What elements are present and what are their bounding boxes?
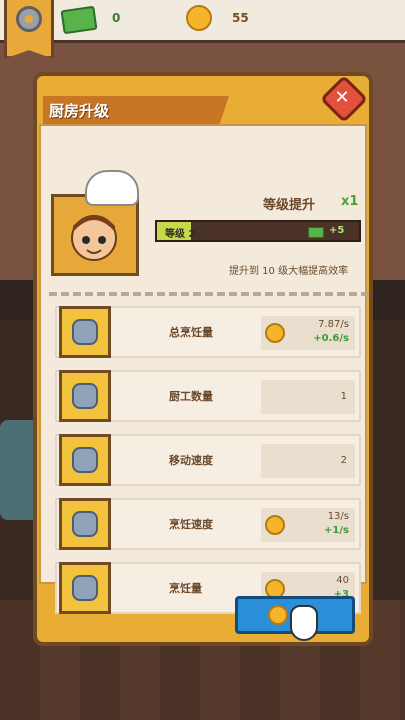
stat-label: 总烹饪量 — [169, 326, 213, 339]
stat-delta: +0.6/s — [313, 333, 349, 344]
stat-value: 40 — [336, 575, 349, 586]
chef-avatar-icon — [71, 215, 117, 261]
upgrade-button[interactable] — [235, 596, 355, 641]
cash-amount: 0 — [112, 11, 121, 25]
stat-row-cooks: 厨工数量 1 — [55, 370, 361, 422]
stat-value-box: 2 — [261, 444, 355, 478]
pointing-hand-icon — [290, 605, 318, 641]
stat-label: 厨工数量 — [169, 390, 213, 403]
dialog-body: 等级提升 x1 等级 2 +5 提升到 10 级大幅提高效率 总烹饪量 7.87… — [39, 124, 369, 614]
gear-icon — [16, 6, 42, 32]
level-multiplier[interactable]: x1 — [341, 194, 358, 209]
chef-icon — [72, 319, 98, 345]
level-bar: 等级 2 +5 — [155, 220, 361, 242]
chef-hat-icon — [85, 170, 139, 206]
level-bonus: +5 — [329, 225, 345, 236]
stat-row-move-speed: 移动速度 2 — [55, 434, 361, 486]
close-icon[interactable]: ✕ — [331, 87, 353, 109]
boot-icon — [72, 447, 98, 473]
cash-icon — [308, 227, 324, 238]
pot-icon — [72, 575, 98, 601]
stat-value: 1 — [340, 391, 347, 402]
coin-icon — [265, 515, 285, 535]
cash-icon — [60, 5, 98, 35]
row-icon — [59, 370, 111, 422]
stat-row-total-cooking: 总烹饪量 7.87/s +0.6/s — [55, 306, 361, 358]
stat-value-box: 7.87/s +0.6/s — [261, 316, 355, 350]
stat-row-cook-speed: 烹饪速度 13/s +1/s — [55, 498, 361, 550]
row-icon — [59, 306, 111, 358]
stat-value: 7.87/s — [318, 319, 349, 330]
stat-label: 烹饪速度 — [169, 518, 213, 531]
row-icon — [59, 498, 111, 550]
chef-icon — [72, 383, 98, 409]
stat-value: 2 — [340, 455, 347, 466]
top-hud: 0 55 — [0, 0, 405, 59]
coin-icon — [186, 5, 212, 31]
row-icon — [59, 562, 111, 614]
stat-label: 烹饪量 — [169, 582, 202, 595]
level-up-title: 等级提升 — [263, 198, 316, 213]
level-tip: 提升到 10 级大幅提高效率 — [229, 266, 349, 277]
dialog-title: 厨房升级 — [49, 102, 110, 120]
coin-icon — [268, 605, 288, 625]
settings-button[interactable] — [4, 0, 54, 59]
kitchen-upgrade-dialog: 厨房升级 ✕ 等级提升 x1 等级 2 +5 提升到 10 级大幅提高效率 总烹… — [33, 72, 373, 646]
row-icon — [59, 434, 111, 486]
stat-value: 13/s — [327, 511, 349, 522]
stat-delta: +1/s — [324, 525, 349, 536]
pot-icon — [72, 511, 98, 537]
coin-amount: 55 — [232, 11, 249, 25]
level-label: 等级 2 — [165, 229, 196, 240]
stat-label: 移动速度 — [169, 454, 213, 467]
stat-value-box: 13/s +1/s — [261, 508, 355, 542]
coin-icon — [265, 323, 285, 343]
divider — [49, 292, 369, 296]
stat-value-box: 1 — [261, 380, 355, 414]
